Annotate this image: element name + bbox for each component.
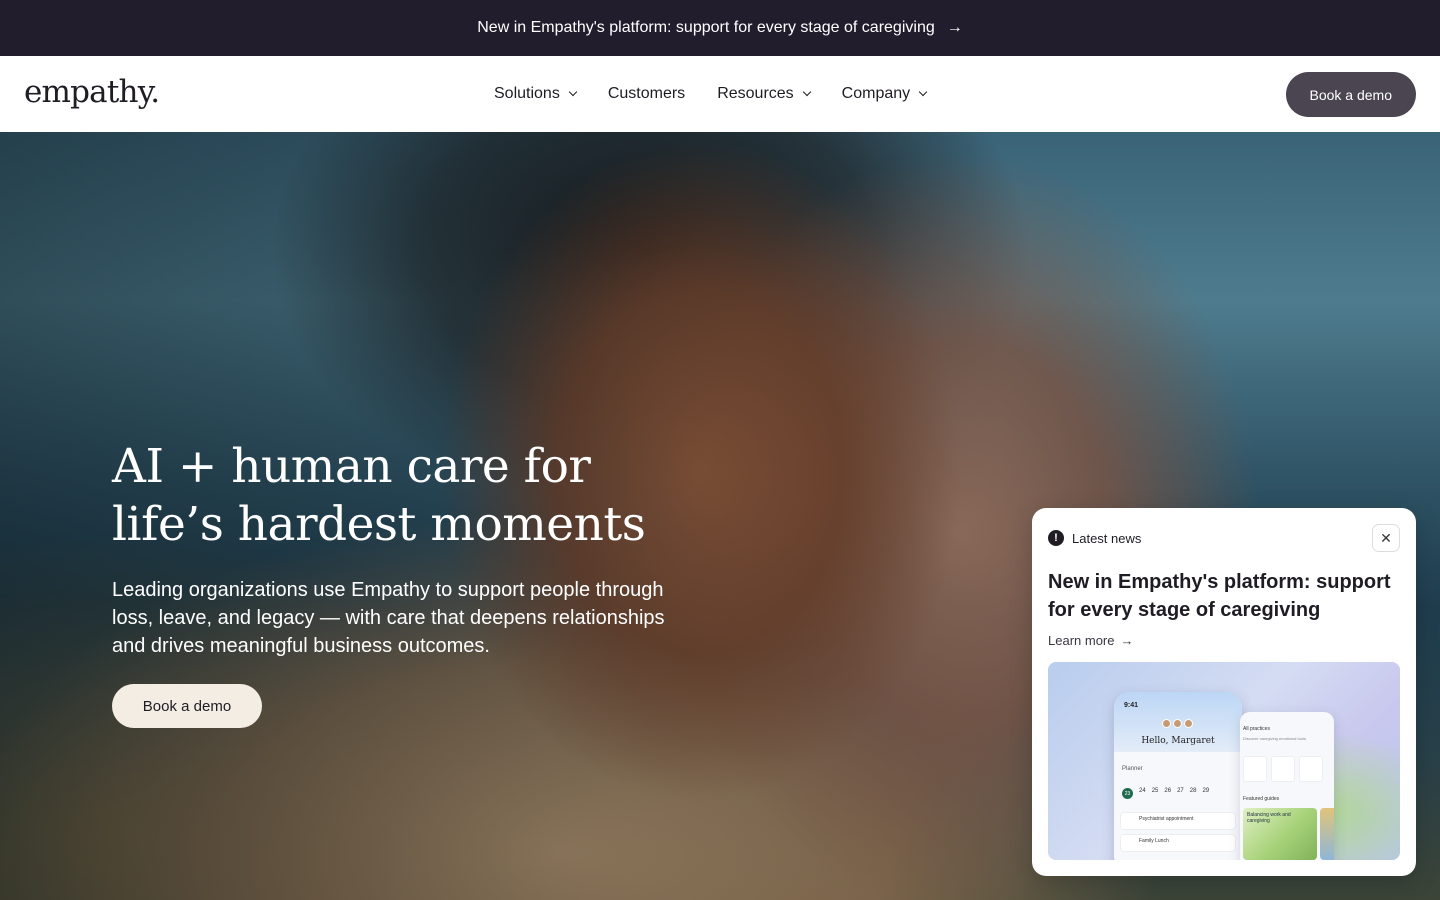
nav-item-resources[interactable]: Resources: [717, 85, 811, 103]
learn-more-link[interactable]: Learn more →: [1048, 633, 1133, 648]
nav-item-label: Company: [841, 85, 911, 102]
planner-day: 25: [1151, 788, 1159, 794]
announcement-bar[interactable]: New in Empathy's platform: support for e…: [0, 0, 1440, 56]
planner-day: 26: [1164, 788, 1172, 794]
nav-menu: Solutions Customers Resources Company: [494, 56, 928, 132]
planner-event: Psychiatrist appointment: [1120, 812, 1236, 830]
planner-event-title: Family Lunch: [1139, 838, 1169, 844]
chevron-down-icon: [802, 87, 811, 97]
planner-day: 28: [1189, 788, 1197, 794]
announcement-text: New in Empathy's platform: support for e…: [477, 19, 935, 36]
guide-card: [1320, 808, 1334, 860]
guide-card: Balancing work and caregiving: [1243, 808, 1317, 860]
arrow-right-icon: →: [1120, 633, 1134, 648]
close-icon[interactable]: ✕: [1372, 524, 1400, 552]
hero-title-line-1: AI + human care for: [112, 439, 591, 494]
arrow-right-icon: →: [946, 19, 963, 36]
practices-heading: All practices: [1243, 726, 1270, 732]
nav-item-label: Solutions: [494, 85, 560, 102]
logo[interactable]: empathy.: [24, 74, 160, 110]
practice-tiles: [1243, 756, 1323, 782]
news-badge: ! Latest news: [1048, 530, 1141, 546]
nav-item-solutions[interactable]: Solutions: [494, 85, 578, 103]
learn-more-label: Learn more: [1048, 633, 1115, 648]
hero-book-demo-button[interactable]: Book a demo: [112, 684, 262, 728]
tablet-mockup: All practices Discover caregiving emotio…: [1240, 712, 1334, 860]
chevron-down-icon: [918, 87, 928, 97]
latest-news-card: ! Latest news ✕ New in Empathy's platfor…: [1032, 508, 1416, 876]
phone-time: 9:41: [1124, 702, 1139, 709]
nav-item-customers[interactable]: Customers: [608, 85, 685, 103]
phone-mockup: 9:41 Hello, Margaret Planner 23 24 25 26…: [1114, 692, 1242, 860]
news-badge-label: Latest news: [1072, 530, 1142, 546]
hero-title-line-2: life’s hardest moments: [112, 497, 646, 552]
news-title: New in Empathy's platform: support for e…: [1048, 571, 1391, 621]
planner-day-today: 23: [1122, 788, 1133, 799]
planner-event: Family Lunch: [1120, 834, 1236, 852]
phone-greeting: Hello, Margaret: [1141, 736, 1215, 746]
planner-day: 29: [1202, 788, 1210, 794]
planner-day: 27: [1177, 788, 1184, 794]
avatar-group: [1162, 719, 1193, 728]
alert-icon: !: [1048, 530, 1064, 546]
nav-item-label: Customers: [607, 85, 686, 102]
hero-title: AI + human care for life’s hardest momen…: [112, 438, 732, 554]
planner-event-title: Psychiatrist appointment: [1139, 816, 1194, 822]
news-preview-image[interactable]: 9:41 Hello, Margaret Planner 23 24 25 26…: [1048, 662, 1400, 860]
chevron-down-icon: [568, 87, 578, 97]
planner-day: 24: [1139, 788, 1146, 794]
planner-days: 23 24 25 26 27 28 29: [1122, 788, 1209, 799]
practices-subtitle: Discover caregiving emotional tools: [1243, 736, 1306, 741]
guide-title: Balancing work and caregiving: [1247, 812, 1291, 824]
nav-item-label: Resources: [717, 85, 794, 102]
main-navigation: empathy. Solutions Customers Resources C…: [0, 56, 1440, 132]
featured-guides-label: Featured guides: [1243, 796, 1280, 802]
nav-item-company[interactable]: Company: [841, 85, 928, 103]
planner-label: Planner: [1122, 766, 1143, 772]
book-demo-button[interactable]: Book a demo: [1285, 72, 1416, 117]
hero-subtitle: Leading organizations use Empathy to sup…: [112, 579, 665, 657]
